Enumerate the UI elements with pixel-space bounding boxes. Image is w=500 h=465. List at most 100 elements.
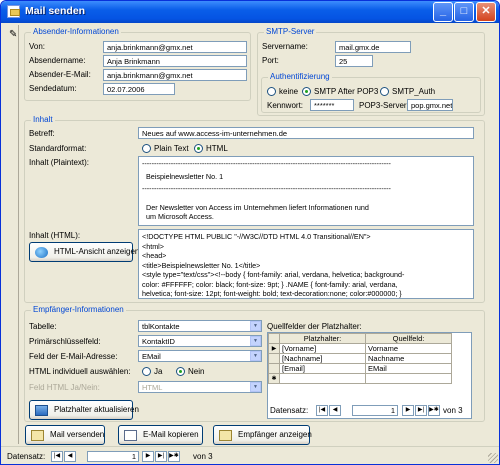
prev-record-icon[interactable]: ◀ [329,405,341,416]
globe-icon [35,247,48,258]
plaintext-line: Der Newsletter von Access im Unternehmen… [146,202,369,212]
format-html-radio[interactable] [194,144,203,153]
last-record-icon[interactable]: ▶| [155,451,167,462]
pop3-server-field[interactable]: pop.gmx.net [407,99,453,111]
pk-combo[interactable]: KontaktID ▼ [138,335,262,347]
cell-platzhalter[interactable]: [Vorname] [279,343,366,354]
corner-cell [268,333,280,344]
cell-platzhalter[interactable]: [Email] [279,363,366,374]
first-record-icon[interactable]: |◀ [51,451,63,462]
next-record-icon[interactable]: ▶ [402,405,414,416]
html-ja-radio[interactable] [142,367,151,376]
mail-versenden-button[interactable]: Mail versenden [25,425,105,445]
chevron-down-icon[interactable]: ▼ [250,351,261,361]
col-header-quellfeld[interactable]: Quellfeld: [365,333,452,344]
mail-senden-window: Mail senden _ □ ✕ ✎ Absender-Information… [0,0,500,465]
new-record-nav-icon[interactable]: ▶✱ [168,451,180,462]
absendername-field[interactable]: Anja Brinkmann [103,55,247,67]
table-row[interactable]: [Nachname] Nachname [268,353,452,364]
table-row[interactable]: ▶ [Vorname] Vorname [268,343,452,354]
pk-label: Primärschlüsselfeld: [29,337,101,346]
next-record-icon[interactable]: ▶ [142,451,154,462]
window-title: Mail senden [25,5,86,17]
new-record-nav-icon[interactable]: ▶✱ [428,405,440,416]
format-html-label: HTML [206,144,228,153]
html-content-field[interactable]: <!DOCTYPE HTML PUBLIC "-//W3C//DTD HTML … [138,229,474,299]
row-selector[interactable] [268,353,280,364]
plaintext-line: ----------------------------------------… [142,159,391,168]
chevron-down-icon[interactable]: ▼ [250,321,261,331]
sendedatum-field[interactable]: 02.07.2006 [103,83,175,95]
von-label: Von: [29,42,46,51]
first-record-icon[interactable]: |◀ [316,405,328,416]
absender-email-field[interactable]: anja.brinkmann@gmx.net [103,69,247,81]
placeholder-subform[interactable]: Platzhalter: Quellfeld: ▶ [Vorname] Vorn… [267,332,472,419]
html-view-button[interactable]: HTML-Ansicht anzeigen [29,242,139,262]
current-row-icon[interactable]: ▶ [268,343,280,354]
recipients-icon [219,430,232,441]
auth-keine-radio[interactable] [267,87,276,96]
tabelle-combo[interactable]: tblKontakte ▼ [138,320,262,332]
auth-smtp-radio[interactable] [380,87,389,96]
close-button[interactable]: ✕ [476,2,496,22]
table-row[interactable]: [Email] EMail [268,363,452,374]
email-kopieren-label: E-Mail kopieren [143,430,199,439]
prev-record-icon[interactable]: ◀ [64,451,76,462]
maximize-button[interactable]: □ [454,2,474,22]
servername-field[interactable]: mail.gmx.de [335,41,411,53]
html-line: <title>Beispielnewsletter No. 1</title> [142,260,261,270]
feld-html-combo: HTML ▼ [138,381,262,393]
chevron-down-icon[interactable]: ▼ [250,336,261,346]
record-selector[interactable]: ✎ [5,25,19,444]
port-field[interactable]: 25 [335,55,373,67]
html-line: <style type="text/css"><!--body { font-f… [142,270,405,279]
mail-versenden-label: Mail versenden [50,430,105,439]
subform-record-number[interactable]: 1 [352,405,398,416]
cell-quellfeld[interactable]: EMail [365,363,452,374]
kennwort-field[interactable]: ******* [310,99,354,111]
format-plain-label: Plain Text [154,144,189,153]
auth-keine-label: keine [279,87,299,96]
feld-html-label: Feld HTML Ja/Nein: [29,383,100,392]
auth-smtp-label: SMTP_Auth [392,87,436,96]
new-record-icon[interactable]: ✱ [268,373,280,384]
quellfelder-label: Quellfelder der Platzhalter: [267,322,362,331]
tabelle-value: tblKontakte [142,322,180,331]
tabelle-label: Tabelle: [29,322,57,331]
plaintext-field[interactable]: ----------------------------------------… [138,156,474,226]
html-line: helvetica; font-size: 12pt; font-weight:… [142,289,402,298]
empfaenger-group-title: Empfänger-Informationen [31,305,126,314]
html-view-button-label: HTML-Ansicht anzeigen [54,247,140,256]
new-row[interactable]: ✱ [268,373,452,384]
cell-platzhalter[interactable]: [Nachname] [279,353,366,364]
html-nein-radio[interactable] [176,367,185,376]
sendedatum-label: Sendedatum: [29,84,77,93]
inhalt-group-title: Inhalt [31,115,55,124]
subform-nav-total: von 3 [443,406,463,415]
cell-new[interactable] [365,373,452,384]
col-header-platzhalter[interactable]: Platzhalter: [279,333,366,344]
betreff-field[interactable]: Neues auf www.access-im-unternehmen.de [138,127,474,139]
email-kopieren-button[interactable]: E-Mail kopieren [118,425,203,445]
auth-pop3-radio[interactable] [302,87,311,96]
absender-email-label: Absender-E-Mail: [29,70,91,79]
html-nein-label: Nein [188,367,205,376]
empfaenger-anzeigen-button[interactable]: Empfänger anzeigen [213,425,312,445]
cell-new[interactable] [279,373,366,384]
resize-grip[interactable] [488,453,498,463]
email-feld-combo[interactable]: EMail ▼ [138,350,262,362]
cell-quellfeld[interactable]: Vorname [365,343,452,354]
row-selector[interactable] [268,363,280,374]
main-navigation: Datensatz: |◀ ◀ 1 ▶ ▶| ▶✱ von 3 [7,451,227,463]
absendername-label: Absendername: [29,56,86,65]
last-record-icon[interactable]: ▶| [415,405,427,416]
format-plain-radio[interactable] [142,144,151,153]
main-record-number[interactable]: 1 [87,451,139,462]
von-field[interactable]: anja.brinkmann@gmx.net [103,41,247,53]
minimize-button[interactable]: _ [433,2,453,22]
title-bar[interactable]: Mail senden _ □ ✕ [1,1,499,23]
cell-quellfeld[interactable]: Nachname [365,353,452,364]
platzhalter-refresh-button[interactable]: Platzhalter aktualisieren [29,400,139,420]
html-line: <html> [142,241,164,251]
platzhalter-refresh-label: Platzhalter aktualisieren [54,405,139,414]
